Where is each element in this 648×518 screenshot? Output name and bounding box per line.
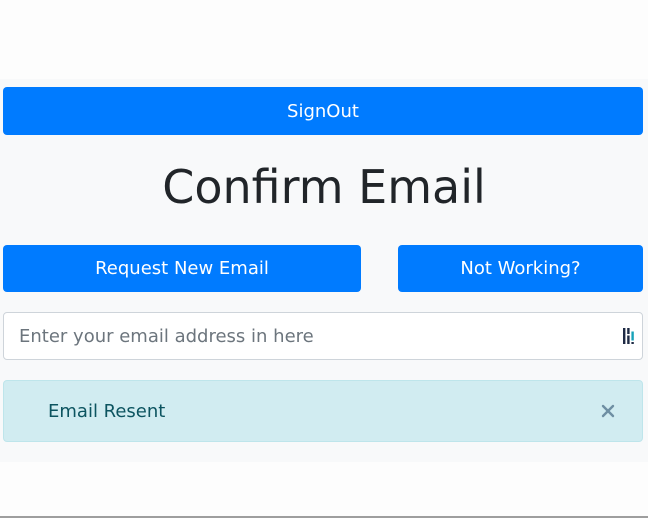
close-icon[interactable] <box>600 403 616 419</box>
alert-message: Email Resent <box>48 401 166 422</box>
signout-button[interactable]: SignOut <box>3 87 643 135</box>
page-title: Confirm Email <box>162 160 486 214</box>
email-field[interactable] <box>4 313 604 359</box>
password-manager-icon[interactable] <box>622 327 636 345</box>
not-working-button[interactable]: Not Working? <box>398 245 643 292</box>
request-new-email-button[interactable]: Request New Email <box>3 245 361 292</box>
email-resent-alert: Email Resent <box>3 380 643 442</box>
email-field-wrapper <box>3 312 643 360</box>
